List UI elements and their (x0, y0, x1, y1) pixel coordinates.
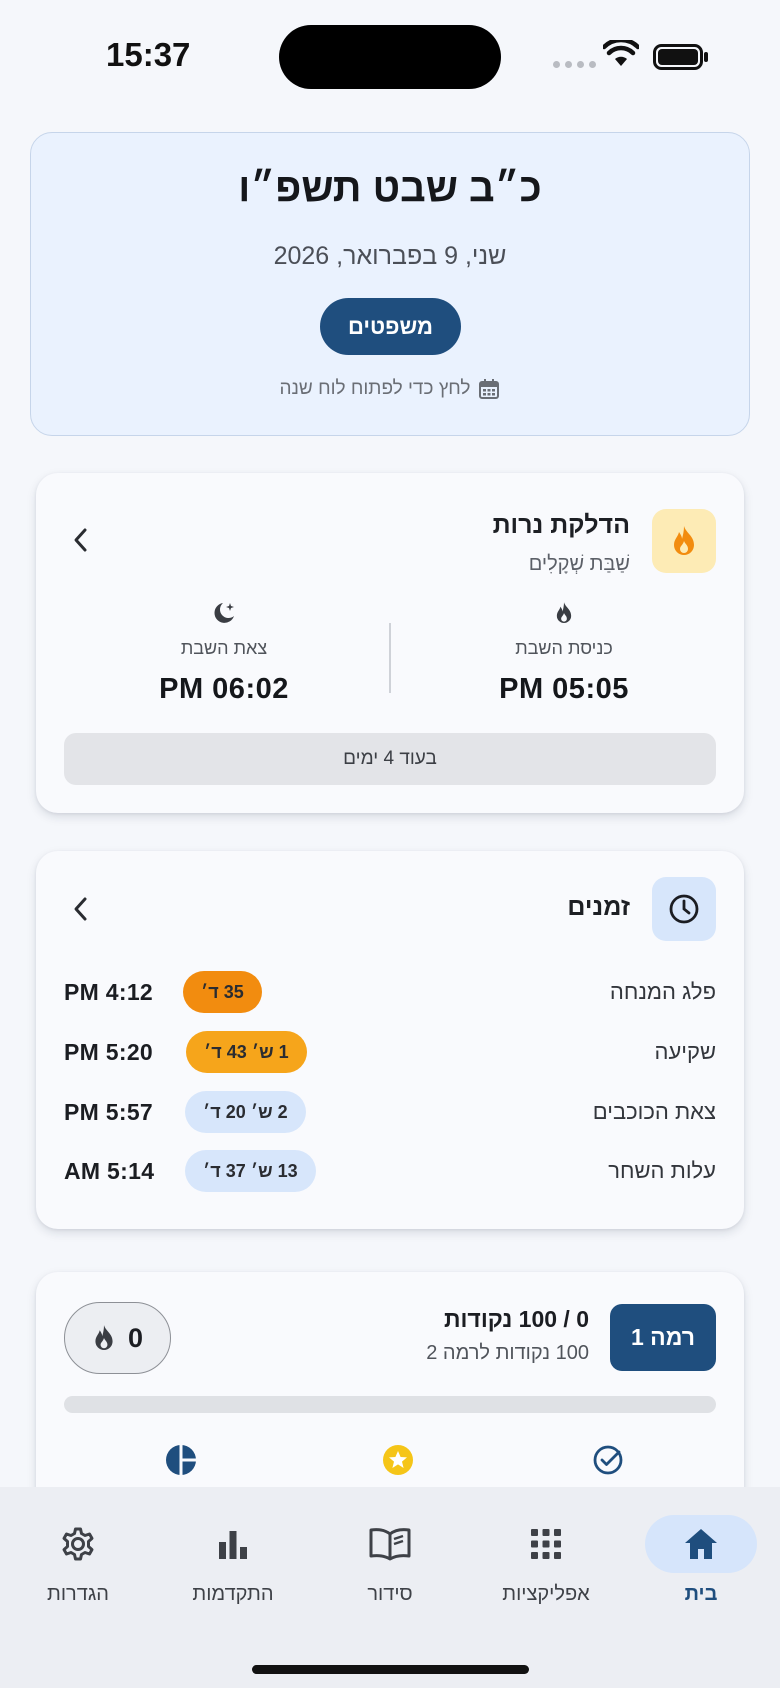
flame-icon (674, 526, 694, 555)
zman-time: PM 5:20 (64, 1039, 154, 1065)
zman-countdown-badge: 1 ש׳ 43 ד׳ (186, 1031, 307, 1073)
zmanim-title: זמנים (567, 893, 630, 921)
pie-chart-icon (166, 1445, 196, 1475)
shabbat-entry-time: PM 05:05 (499, 673, 629, 705)
zman-time: PM 4:12 (64, 979, 154, 1005)
nav-label: הגדרות (47, 1583, 109, 1605)
candle-card-title: הדלקת נרות (492, 511, 630, 539)
zman-row: פלג המנחה 35 ד׳ PM 4:12 (64, 971, 716, 1015)
shabbat-exit-label: צאת השבת (180, 638, 268, 658)
nav-label: בית (684, 1583, 718, 1605)
nav-siddur[interactable]: סידור (315, 1515, 465, 1606)
shabbat-exit-time: PM 06:02 (159, 673, 289, 705)
clock-icon (669, 894, 699, 924)
chevron-left-icon[interactable] (72, 527, 90, 553)
nav-label: התקדמות (192, 1583, 274, 1605)
check-circle-icon (593, 1445, 623, 1475)
battery-icon (653, 44, 708, 70)
candle-card-subtitle: שַׁבַּת שְׁקָלִים (528, 553, 630, 575)
nav-label: אפליקציות (502, 1583, 590, 1605)
streak-count: 0 (127, 1322, 144, 1353)
points-total: 0 / 100 נקודות (443, 1306, 589, 1332)
candle-lighting-card[interactable]: הדלקת נרות שַׁבַּת שְׁקָלִים כניסת השבת … (36, 473, 744, 813)
candle-icon-box (652, 509, 716, 573)
cellular-signal-icon (553, 61, 596, 68)
zman-row: עלות השחר 13 ש׳ 37 ד׳ AM 5:14 (64, 1150, 716, 1194)
calendar-icon (479, 379, 500, 399)
nav-home[interactable]: בית (626, 1515, 776, 1606)
parasha-button[interactable]: משפטים (320, 298, 461, 355)
home-indicator (252, 1665, 529, 1674)
apps-grid-icon (531, 1529, 561, 1559)
level-progress-bar (64, 1396, 716, 1413)
points-to-next-level: 100 נקודות לרמה 2 (426, 1342, 589, 1364)
gregorian-date: שני, 9 בפברואר, 2026 (273, 242, 507, 270)
flame-icon (95, 1325, 113, 1350)
chevron-left-icon[interactable] (72, 896, 90, 922)
zman-name: צאת הכוכבים (592, 1099, 716, 1124)
zman-row: שקיעה 1 ש׳ 43 ד׳ PM 5:20 (64, 1031, 716, 1075)
zman-time: PM 5:57 (64, 1099, 154, 1125)
calendar-hint[interactable]: לחץ כדי לפתוח לוח שנה (0, 378, 780, 400)
nav-settings[interactable]: הגדרות (3, 1515, 153, 1606)
level-badge: רמה 1 (610, 1304, 716, 1371)
calendar-hint-text: לחץ כדי לפתוח לוח שנה (279, 378, 471, 399)
nav-label: סידור (367, 1583, 413, 1605)
streak-counter[interactable]: 0 (64, 1302, 171, 1374)
zmanim-card[interactable]: זמנים פלג המנחה 35 ד׳ PM 4:12 שקיעה 1 ש׳… (36, 851, 744, 1229)
bar-chart-icon (219, 1531, 247, 1559)
moon-stars-icon (214, 603, 234, 623)
zman-countdown-badge: 2 ש׳ 20 ד׳ (185, 1091, 306, 1133)
home-icon (685, 1529, 717, 1559)
zman-name: שקיעה (654, 1039, 717, 1064)
bottom-navigation: בית אפליקציות סידור התקדמות הגדרות (0, 1487, 780, 1688)
hebrew-date: כ״ב שבט תשפ״ו (238, 166, 542, 210)
nav-progress[interactable]: התקדמות (158, 1515, 308, 1606)
shabbat-entry: כניסת השבת PM 05:05 (414, 598, 714, 706)
nav-apps[interactable]: אפליקציות (471, 1515, 621, 1606)
star-badge-icon (383, 1445, 413, 1475)
wifi-icon (603, 40, 639, 66)
shabbat-exit: צאת השבת PM 06:02 (74, 598, 374, 706)
status-time: 15:37 (106, 36, 191, 73)
zman-countdown-badge: 13 ש׳ 37 ד׳ (185, 1150, 316, 1192)
dynamic-island (279, 25, 501, 89)
zman-countdown-badge: 35 ד׳ (183, 971, 262, 1013)
flame-icon (556, 602, 572, 623)
shabbat-entry-label: כניסת השבת (515, 638, 613, 658)
zman-time: AM 5:14 (64, 1158, 155, 1184)
zman-name: פלג המנחה (609, 979, 716, 1004)
zman-name: עלות השחר (608, 1158, 716, 1183)
shabbat-countdown: בעוד 4 ימים (64, 733, 716, 785)
status-bar: 15:37 (0, 0, 780, 115)
gear-icon (62, 1527, 94, 1561)
book-icon (369, 1528, 411, 1561)
zman-row: צאת הכוכבים 2 ש׳ 20 ד׳ PM 5:57 (64, 1091, 716, 1135)
clock-icon-box (652, 877, 716, 941)
divider (389, 623, 391, 693)
